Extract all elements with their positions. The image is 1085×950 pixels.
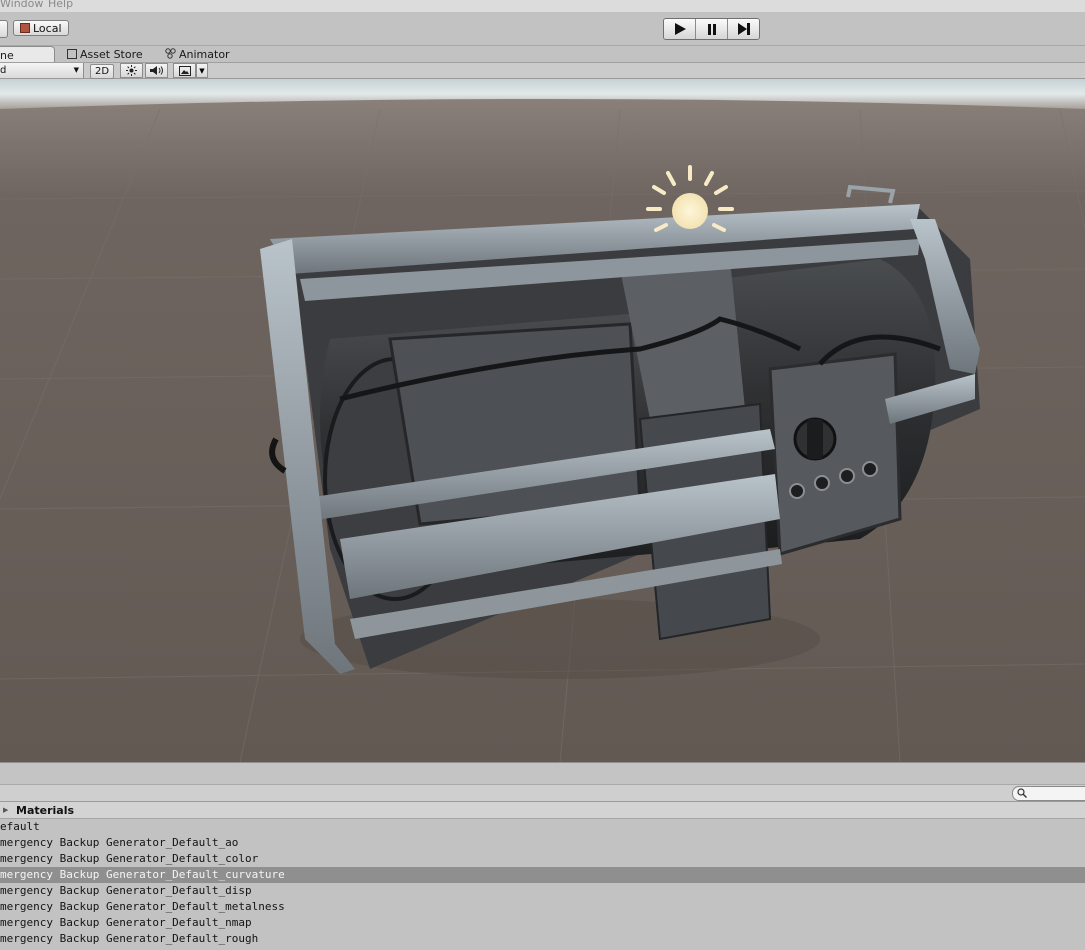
materials-title: Materials [16, 804, 75, 817]
scene-render[interactable] [0, 79, 1085, 762]
list-item-selected[interactable]: mergency Backup Generator_Default_curvat… [0, 867, 1085, 883]
project-search-input[interactable] [1012, 786, 1085, 801]
scene-audio-button[interactable] [145, 63, 168, 78]
tab-scene-label: ne [0, 49, 14, 62]
dropdown-arrow-icon: ▼ [199, 66, 205, 75]
list-item[interactable]: mergency Backup Generator_Default_nmap [0, 915, 1085, 931]
list-item[interactable]: mergency Backup Generator_Default_ao [0, 835, 1085, 851]
triangle-right-icon[interactable]: ▶ [3, 802, 8, 819]
step-button[interactable] [728, 19, 759, 39]
search-icon [1017, 788, 1027, 798]
mode-2d-button[interactable]: 2D [90, 64, 114, 79]
sun-icon [126, 65, 137, 76]
pivot-mode-button[interactable] [0, 20, 8, 38]
pivot-rotation-label: Local [33, 22, 62, 35]
tab-animator[interactable]: Animator [165, 46, 230, 62]
menu-bar: Window Help [0, 0, 1085, 12]
cube-icon [20, 23, 30, 33]
tab-scene[interactable]: ne [0, 46, 55, 62]
scene-view-options: d ▼ 2D ▼ [0, 62, 1085, 79]
audio-icon [149, 66, 163, 75]
play-button[interactable] [664, 19, 696, 39]
pause-button[interactable] [696, 19, 728, 39]
pause-icon [707, 23, 716, 35]
playback-controls [663, 18, 760, 40]
asset-store-icon [67, 49, 77, 59]
image-icon [178, 65, 191, 76]
list-item[interactable]: mergency Backup Generator_Default_disp [0, 883, 1085, 899]
materials-header[interactable]: ▶ Materials [0, 801, 1085, 819]
draw-mode-dropdown[interactable]: d ▼ [0, 63, 84, 78]
materials-list: efault mergency Backup Generator_Default… [0, 819, 1085, 950]
menu-help[interactable]: Help [48, 0, 73, 10]
list-item[interactable]: mergency Backup Generator_Default_rough [0, 931, 1085, 947]
scene-lighting-button[interactable] [120, 63, 143, 78]
animator-icon [165, 48, 176, 59]
list-item[interactable]: mergency Backup Generator_Default_metaln… [0, 899, 1085, 915]
main-toolbar: Local [0, 12, 1085, 46]
project-toolbar [0, 784, 1085, 802]
list-item[interactable]: mergency Backup Generator_Default_color [0, 851, 1085, 867]
scene-effects-button[interactable] [173, 63, 196, 78]
list-item[interactable]: efault [0, 819, 1085, 835]
step-icon [737, 23, 750, 35]
pivot-rotation-button[interactable]: Local [13, 20, 69, 36]
tab-animator-label: Animator [179, 48, 230, 61]
editor-tabs: ne Asset Store Animator [0, 46, 1085, 62]
panel-divider [0, 762, 1085, 785]
menu-window[interactable]: Window [0, 0, 43, 10]
scene-effects-dropdown[interactable]: ▼ [196, 63, 208, 78]
draw-mode-label: d [0, 65, 7, 76]
scene-viewport[interactable] [0, 79, 1085, 762]
dropdown-arrow-icon: ▼ [73, 66, 79, 74]
play-icon [674, 23, 686, 35]
tab-asset-store-label: Asset Store [80, 48, 143, 61]
tab-asset-store[interactable]: Asset Store [67, 46, 143, 62]
